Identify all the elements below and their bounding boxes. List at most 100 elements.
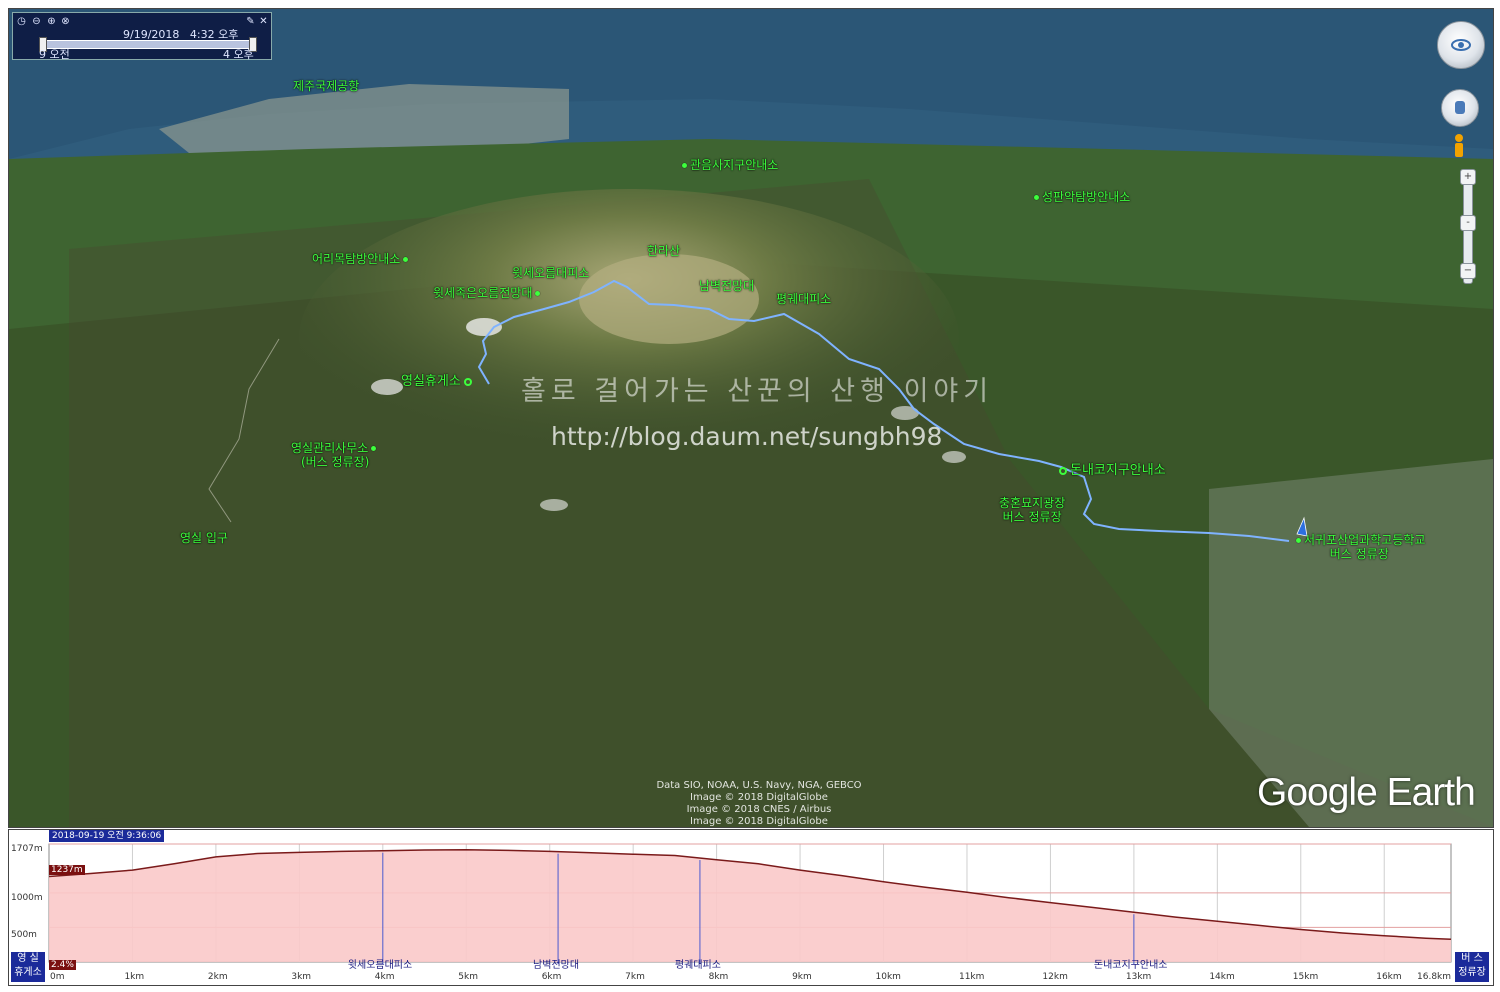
box-line: 영 실 [17, 953, 39, 964]
placemark-icon [371, 446, 377, 451]
x-tick-label: 6km [541, 972, 562, 982]
time-start-label: 9 오전 [39, 48, 70, 61]
box-line: 버 스 [1461, 953, 1483, 964]
label-text: 윗세오름대피소 [512, 266, 590, 280]
zoom-in-button[interactable]: + [1460, 169, 1476, 185]
time-end-label: 4 오후 [223, 48, 254, 61]
x-tick-label: 16.8km [1417, 972, 1452, 982]
wrench-icon[interactable]: ✎ [245, 16, 256, 27]
x-tick-label: 4km [374, 972, 395, 982]
label-jeju-airport[interactable]: 제주국제공항 [293, 79, 359, 93]
settings-icon[interactable]: ⊗ [60, 16, 71, 27]
x-tick-label: 9km [792, 972, 812, 982]
placemark-ring-icon [1059, 466, 1067, 475]
label-text: 어리목탐방안내소 [312, 252, 401, 266]
x-tick-label: 13km [1125, 972, 1152, 982]
label-gwaneumsa[interactable]: 관음사지구안내소 [679, 158, 778, 172]
label-text: 남벽전망대 [699, 279, 755, 293]
look-joystick[interactable] [1437, 21, 1485, 69]
zoom-slider-handle[interactable]: - [1460, 215, 1476, 231]
label-yeongsil-entrance[interactable]: 영실 입구 [180, 531, 228, 545]
start-point-box: 영 실휴게소 [11, 952, 45, 982]
time-slider-panel: ◷ ⊖ ⊕ ⊗ ✎ ✕ 9/19/2018 4:32 오후 9 오전 4 오후 [12, 12, 272, 61]
label-yeongsil-rest[interactable]: 영실휴게소 [401, 375, 475, 389]
x-tick-label: 3km [291, 972, 312, 982]
label-text: 제주국제공항 [293, 79, 360, 93]
close-icon[interactable]: ✕ [258, 16, 269, 27]
watermark-title: 홀로 걸어가는 산꾼의 산행 이야기 [521, 376, 994, 407]
label-witse-small[interactable]: 윗세족은오름전망대 [433, 286, 543, 300]
label-pyeonggwe[interactable]: 평궤대피소 [776, 292, 831, 306]
x-tick-label: 1km [124, 972, 145, 982]
box-line: 휴게소 [14, 967, 42, 978]
waypoint-label: 평궤대피소 [674, 960, 721, 971]
label-chunghon[interactable]: 충혼묘지광장 버스 정류장 [999, 496, 1065, 524]
clock-icon[interactable]: ◷ [16, 16, 27, 27]
zoom-out-icon[interactable]: ⊖ [31, 16, 42, 27]
label-text: 영실 입구 [180, 531, 228, 545]
y-label: 1707m [11, 844, 43, 854]
label-eorimok[interactable]: 어리목탐방안내소 [312, 252, 411, 266]
credit-line: Image © 2018 CNES / Airbus [686, 804, 832, 815]
label-text: 영실휴게소 [401, 374, 461, 389]
x-tick-label: 0m [50, 972, 65, 982]
placemark-icon [1296, 538, 1301, 543]
grade-badge: 2.4% [49, 960, 76, 970]
label-witse-shelter[interactable]: 윗세오름대피소 [512, 266, 589, 280]
placemark-ring-icon [463, 377, 472, 386]
credit-line: Image © 2018 DigitalGlobe [690, 816, 828, 827]
label-hallasan[interactable]: 한라산 [647, 244, 680, 258]
x-tick-label: 15km [1292, 972, 1319, 982]
waypoint-label: 남벽전망대 [533, 960, 580, 971]
end-point-box: 버 스정류장 [1455, 952, 1489, 982]
elevation-chart[interactable] [9, 830, 1493, 985]
map-view[interactable]: 제주국제공항 관음사지구안내소 성판악탐방안내소 어리목탐방안내소 한라산 윗세… [8, 8, 1494, 828]
start-elevation-badge: 1237m [49, 865, 85, 875]
waypoint-label: 돈내코지구안내소 [1093, 960, 1168, 971]
x-tick-label: 5km [458, 972, 478, 982]
x-tick-label: 16km [1376, 972, 1402, 982]
x-tick-label: 7km [625, 972, 645, 982]
placemark-icon [535, 291, 541, 296]
x-tick-label: 14km [1209, 972, 1235, 982]
label-text: 서귀포산업과학고등학교 [1304, 533, 1426, 547]
label-nambyeok[interactable]: 남벽전망대 [699, 279, 754, 293]
zoom-out-button[interactable]: − [1460, 263, 1476, 279]
imagery-credits: Data SIO, NOAA, U.S. Navy, NGA, GEBCO Im… [639, 780, 879, 827]
label-text: 윗세족은오름전망대 [433, 286, 533, 300]
box-line: 정류장 [1458, 967, 1486, 978]
credit-line: Image © 2018 DigitalGlobe [690, 792, 828, 803]
x-tick-label: 11km [958, 972, 985, 982]
street-view-pegman-icon[interactable] [1453, 133, 1465, 163]
google-earth-window: 제주국제공항 관음사지구안내소 성판악탐방안내소 어리목탐방안내소 한라산 윗세… [0, 0, 1500, 992]
move-joystick[interactable] [1441, 89, 1479, 127]
label-text: (버스 정류장) [300, 455, 370, 469]
label-yeongsil-office[interactable]: 영실관리사무소 (버스 정류장) [291, 441, 379, 469]
label-text: 돈내코지구안내소 [1070, 463, 1166, 478]
zoom-in-icon[interactable]: ⊕ [46, 16, 57, 27]
label-text: 영실관리사무소 [291, 441, 369, 455]
y-label: 1000m [11, 893, 43, 903]
x-tick-label: 10km [875, 972, 901, 982]
credit-line: Data SIO, NOAA, U.S. Navy, NGA, GEBCO [656, 780, 862, 791]
label-text: 버스 정류장 [1002, 510, 1062, 524]
placemark-icon [403, 257, 409, 262]
x-tick-label: 2km [207, 972, 228, 982]
label-seongpanak[interactable]: 성판악탐방안내소 [1031, 190, 1130, 204]
watermark-url: http://blog.daum.net/sungbh98 [551, 422, 943, 451]
eye-icon [1451, 39, 1471, 51]
label-text: 한라산 [647, 244, 681, 258]
waypoint-label: 윗세오름대피소 [347, 960, 413, 971]
placemark-icon [682, 163, 687, 168]
elevation-timestamp: 2018-09-19 오전 9:36:06 [49, 830, 165, 842]
label-text: 충혼묘지광장 [999, 496, 1066, 510]
label-text: 관음사지구안내소 [690, 158, 779, 172]
x-tick-label: 12km [1042, 972, 1068, 982]
label-text: 성판악탐방안내소 [1042, 190, 1131, 204]
label-text: 평궤대피소 [776, 292, 832, 306]
terrain-layer [9, 9, 1493, 827]
google-earth-logo: Google Earth [1257, 771, 1476, 814]
label-seogwipo[interactable]: 서귀포산업과학고등학교 버스 정류장 [1293, 533, 1425, 561]
y-label: 500m [11, 930, 37, 940]
label-donnaeko[interactable]: 돈내코지구안내소 [1056, 464, 1166, 478]
